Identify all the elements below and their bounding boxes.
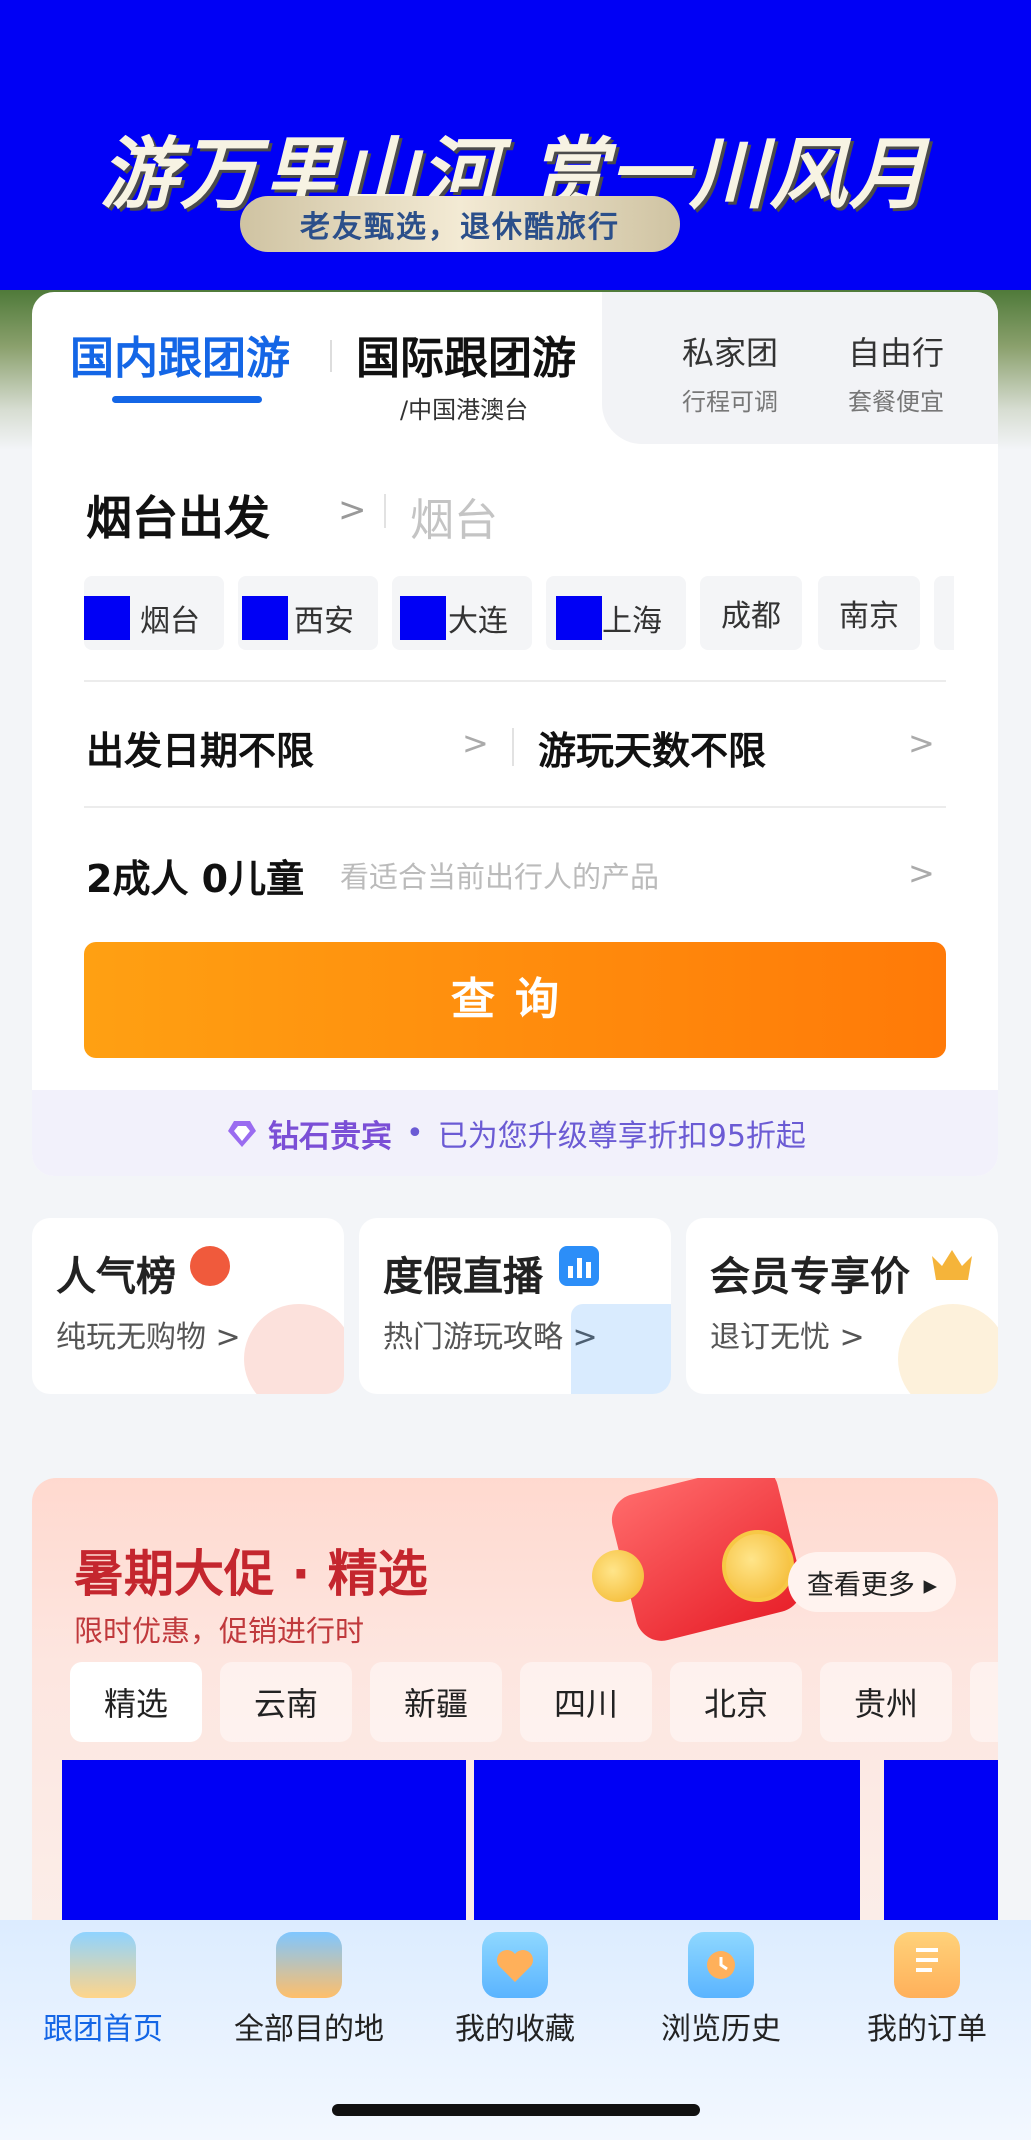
nav-label: 我的订单 <box>867 2012 987 2047</box>
tab-private-group[interactable]: 私家团 行程可调 <box>660 328 800 417</box>
heart-icon <box>482 1932 548 1998</box>
separator-dot: • <box>406 1115 424 1151</box>
nav-all-destinations[interactable]: 全部目的地 <box>206 1920 412 2060</box>
palm-island-icon <box>70 1932 136 1998</box>
nav-label: 跟团首页 <box>43 2012 163 2047</box>
travelers-selector[interactable]: 2成人 0儿童 <box>86 848 304 903</box>
active-tab-indicator <box>112 396 262 403</box>
divider <box>84 806 946 808</box>
banner-subtitle-ribbon: 老友甄选，退休酷旅行 <box>240 196 680 252</box>
promo-tab-sichuan[interactable]: 四川 <box>520 1662 652 1742</box>
vip-level: 钻石贵宾 <box>268 1118 393 1155</box>
promo-tab-beijing[interactable]: 北京 <box>670 1662 802 1742</box>
vip-discount-text: 已为您升级尊享折扣95折起 <box>437 1119 806 1154</box>
city-chip[interactable]: 烟台 <box>84 576 224 650</box>
city-tag-image <box>400 596 446 640</box>
departure-row[interactable]: 烟台出发 > 烟台 <box>86 482 946 546</box>
promo-tab-guizhou[interactable]: 贵州 <box>820 1662 952 1742</box>
trip-days-picker[interactable]: 游玩天数不限 <box>538 720 766 775</box>
city-tag-image <box>556 596 602 640</box>
promo-tab-partial[interactable] <box>970 1662 998 1742</box>
tab-private-sub: 行程可调 <box>682 388 778 416</box>
chevron-right-icon: > <box>338 490 367 530</box>
city-chip-label: 上海 <box>602 604 662 639</box>
search-card: 国内跟团游 国际跟团游 /中国港澳台 私家团 行程可调 自由行 套餐便宜 烟台出… <box>32 292 998 1176</box>
query-button[interactable]: 查询 <box>84 942 946 1058</box>
top-banner[interactable]: 游万里山河 赏一川风月 老友甄选，退休酷旅行 <box>0 0 1031 300</box>
hot-cities: 烟台 西安 大连 上海 成都 南京 <box>84 576 954 652</box>
tab-international-subtitle: /中国港澳台 <box>400 396 529 424</box>
nav-my-favorites[interactable]: 我的收藏 <box>412 1920 618 2060</box>
coin-image <box>722 1530 794 1602</box>
tab-private-label: 私家团 <box>681 334 778 372</box>
home-indicator <box>332 2104 700 2116</box>
destination-input[interactable]: 烟台 <box>410 484 498 548</box>
departure-city[interactable]: 烟台出发 <box>86 482 270 548</box>
feature-title: 度假直播 <box>383 1254 543 1300</box>
view-more-button[interactable]: 查看更多 ▸ <box>788 1552 956 1612</box>
tab-international-group-tour[interactable]: 国际跟团游 <box>356 322 576 386</box>
medal-icon <box>190 1246 230 1286</box>
nav-browse-history[interactable]: 浏览历史 <box>618 1920 824 2060</box>
city-chip-partial[interactable] <box>934 576 954 650</box>
diamond-heart-icon <box>228 1121 257 1147</box>
feature-live-stream[interactable]: 度假直播 热门游玩攻略 > <box>359 1218 671 1394</box>
chevron-right-icon: > <box>462 724 489 762</box>
bar-chart-icon <box>559 1246 599 1286</box>
decorative-badge <box>244 1304 344 1394</box>
nav-label: 浏览历史 <box>661 2012 781 2047</box>
feature-subtitle: 热门游玩攻略 > <box>383 1320 598 1355</box>
city-chip[interactable]: 西安 <box>238 576 378 650</box>
clock-icon <box>688 1932 754 1998</box>
travelers-hint: 看适合当前出行人的产品 <box>340 860 660 894</box>
chevron-right-icon: > <box>908 724 935 762</box>
chevron-right-icon: > <box>908 854 935 892</box>
nav-label: 我的收藏 <box>455 2012 575 2047</box>
city-chip[interactable]: 上海 <box>546 576 686 650</box>
promo-subtitle: 限时优惠，促销进行时 <box>74 1614 365 1648</box>
feature-subtitle: 纯玩无购物 > <box>56 1320 241 1355</box>
city-chip[interactable]: 大连 <box>392 576 532 650</box>
promo-title: 暑期大促 · 精选 <box>74 1545 428 1603</box>
decorative-chart <box>571 1304 671 1394</box>
city-chip-label: 成都 <box>721 599 781 634</box>
promo-tab-xinjiang[interactable]: 新疆 <box>370 1662 502 1742</box>
feature-popular-rank[interactable]: 人气榜 纯玩无购物 > <box>32 1218 344 1394</box>
tab-free-travel[interactable]: 自由行 套餐便宜 <box>826 328 966 417</box>
order-list-icon <box>894 1932 960 1998</box>
divider <box>84 680 946 682</box>
city-chip-label: 烟台 <box>140 604 200 639</box>
feature-subtitle: 退订无忧 > <box>710 1320 865 1355</box>
side-tabs: 私家团 行程可调 自由行 套餐便宜 <box>602 292 998 444</box>
crown-icon <box>930 1246 972 1286</box>
city-tag-image <box>242 596 288 640</box>
nav-my-orders[interactable]: 我的订单 <box>824 1920 1030 2060</box>
departure-date-picker[interactable]: 出发日期不限 <box>86 720 314 775</box>
vip-banner[interactable]: 钻石贵宾 • 已为您升级尊享折扣95折起 <box>32 1090 998 1176</box>
tab-free-sub: 套餐便宜 <box>848 388 944 416</box>
feature-member-price[interactable]: 会员专享价 退订无忧 > <box>686 1218 998 1394</box>
promo-tab-yunnan[interactable]: 云南 <box>220 1662 352 1742</box>
divider <box>512 728 514 766</box>
banner-subtitle: 老友甄选，退休酷旅行 <box>300 210 620 245</box>
city-chip-label: 大连 <box>448 604 508 639</box>
city-chip[interactable]: 成都 <box>700 576 802 650</box>
divider <box>384 494 386 528</box>
nav-tour-home[interactable]: 跟团首页 <box>0 1920 206 2060</box>
summer-promo-section: 暑期大促 · 精选 限时优惠，促销进行时 查看更多 ▸ 精选 云南 新疆 四川 … <box>32 1478 998 1948</box>
city-tag-image <box>84 596 130 640</box>
tab-free-label: 自由行 <box>847 334 944 372</box>
tab-domestic-group-tour[interactable]: 国内跟团游 <box>70 322 290 386</box>
city-chip-label: 南京 <box>839 599 899 634</box>
feature-title: 会员专享价 <box>710 1254 910 1300</box>
tab-divider <box>330 340 332 372</box>
beach-umbrella-icon <box>276 1932 342 1998</box>
nav-label: 全部目的地 <box>234 2012 384 2047</box>
feature-title: 人气榜 <box>56 1254 176 1300</box>
promo-tab-featured[interactable]: 精选 <box>70 1662 202 1742</box>
coin-image <box>592 1550 644 1602</box>
decorative-crown <box>898 1304 998 1394</box>
city-chip[interactable]: 南京 <box>818 576 920 650</box>
city-chip-label: 西安 <box>294 604 354 639</box>
